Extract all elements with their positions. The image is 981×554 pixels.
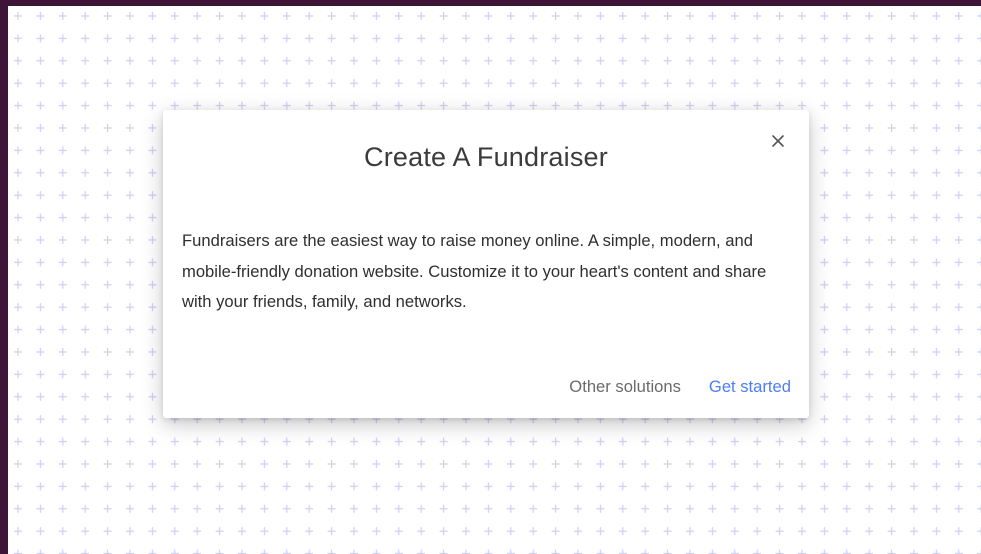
background-canvas: Create A Fundraiser Fundraisers are the … — [8, 6, 981, 554]
get-started-button[interactable]: Get started — [709, 377, 791, 397]
dialog-description: Fundraisers are the easiest way to raise… — [182, 231, 767, 311]
close-icon[interactable] — [769, 132, 787, 150]
dialog-title: Create A Fundraiser — [364, 142, 608, 172]
dialog-actions: Other solutions Get started — [569, 377, 791, 397]
fundraiser-dialog: Create A Fundraiser Fundraisers are the … — [163, 110, 809, 418]
other-solutions-button[interactable]: Other solutions — [569, 377, 681, 397]
